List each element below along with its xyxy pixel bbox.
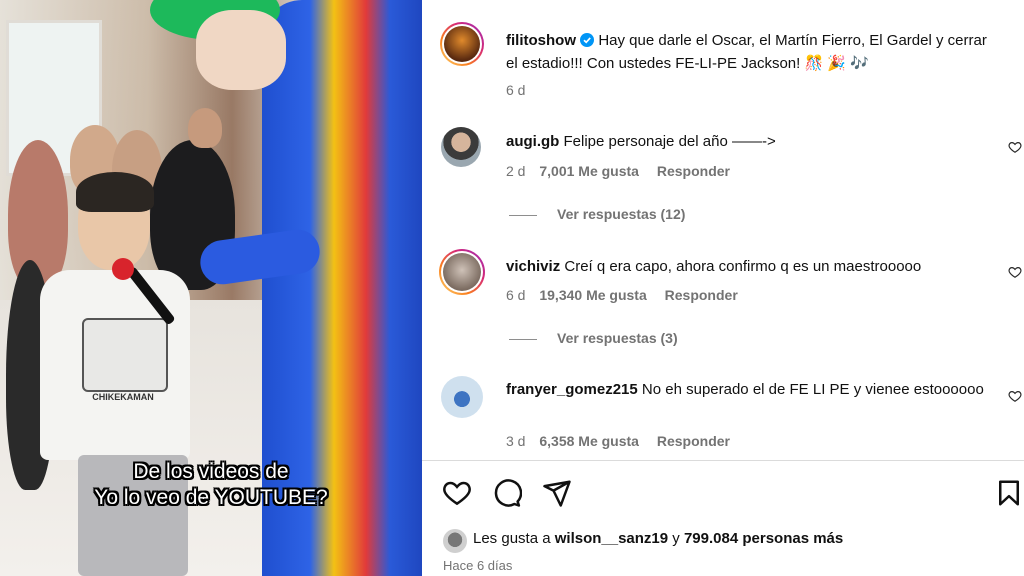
likes-count[interactable]: 799.084 personas más: [684, 530, 843, 547]
comment-text: Creí q era capo, ahora confirmo q es un …: [564, 258, 922, 275]
comment-meta: 3 d 6,358 Me gusta Responder: [506, 433, 730, 449]
share-send-icon[interactable]: [542, 478, 572, 513]
comment-username[interactable]: vichiviz: [506, 258, 560, 275]
comment-reply-button[interactable]: Responder: [657, 433, 730, 449]
comment-body: vichiviz Creí q era capo, ahora confirmo…: [506, 256, 986, 277]
author-username[interactable]: filitoshow: [506, 32, 576, 49]
likes-summary: Les gusta a wilson__sanz19 y 799.084 per…: [473, 530, 843, 547]
comment-bubble-icon[interactable]: [492, 478, 523, 513]
liker-avatar[interactable]: [443, 529, 467, 553]
clown-face: [196, 10, 286, 90]
comment-body: franyer_gomez215 No eh superado el de FE…: [506, 379, 986, 400]
comment-username[interactable]: augi.gb: [506, 133, 559, 150]
save-bookmark-icon[interactable]: [994, 478, 1024, 513]
post-date: Hace 6 días: [443, 558, 513, 573]
comment-meta: 2 d 7,001 Me gusta Responder: [506, 163, 730, 179]
likes-user[interactable]: wilson__sanz19: [555, 530, 668, 547]
comment-age: 2 d: [506, 163, 526, 179]
comment-meta: 6 d 19,340 Me gusta Responder: [506, 287, 738, 303]
like-heart-icon[interactable]: [442, 478, 472, 513]
post-age: 6 d: [506, 82, 526, 98]
view-replies-button[interactable]: Ver respuestas (12): [509, 206, 685, 222]
post-caption-block: filitoshow Hay que darle el Oscar, el Ma…: [506, 30, 1000, 74]
comment-likes[interactable]: 19,340 Me gusta: [539, 287, 646, 303]
comment-like-heart-icon[interactable]: [1008, 389, 1022, 403]
likes-prefix: Les gusta a: [473, 530, 551, 547]
comment-username[interactable]: franyer_gomez215: [506, 381, 638, 398]
comment-age: 3 d: [506, 433, 526, 449]
video-caption-line2: Yo lo veo de YOUTUBE?: [94, 486, 328, 509]
post-caption-text: Hay que darle el Oscar, el Martín Fierro…: [506, 32, 987, 72]
comment-text: No eh superado el de FE LI PE y vienee e…: [641, 381, 984, 398]
video-caption-line1: De los videos de: [133, 460, 289, 483]
shirt-print: [82, 318, 168, 392]
comment-likes[interactable]: 7,001 Me gusta: [539, 163, 639, 179]
kid-hair: [76, 172, 154, 212]
comment-reply-button[interactable]: Responder: [657, 163, 730, 179]
spectator: [188, 108, 222, 148]
comment-avatar[interactable]: [439, 249, 485, 295]
comment-text: Felipe personaje del año ——->: [563, 133, 776, 150]
comment-like-heart-icon[interactable]: [1008, 140, 1022, 154]
view-replies-button[interactable]: Ver respuestas (3): [509, 330, 678, 346]
comment-reply-button[interactable]: Responder: [665, 287, 738, 303]
shirt-text: CHIKEKAMAN: [92, 392, 154, 402]
comment-avatar[interactable]: [441, 376, 483, 418]
comment-like-heart-icon[interactable]: [1008, 265, 1022, 279]
comment-avatar[interactable]: [441, 127, 481, 167]
comment-body: augi.gb Felipe personaje del año ——->: [506, 131, 986, 152]
post-video[interactable]: CHIKEKAMAN De los videos de Yo lo veo de…: [0, 0, 422, 576]
microphone: [112, 258, 134, 280]
actions-divider: [422, 460, 1024, 461]
comment-age: 6 d: [506, 287, 526, 303]
comment-likes[interactable]: 6,358 Me gusta: [539, 433, 639, 449]
verified-badge-icon: [580, 32, 595, 53]
author-avatar[interactable]: [440, 22, 484, 66]
likes-middle: y: [672, 530, 680, 547]
